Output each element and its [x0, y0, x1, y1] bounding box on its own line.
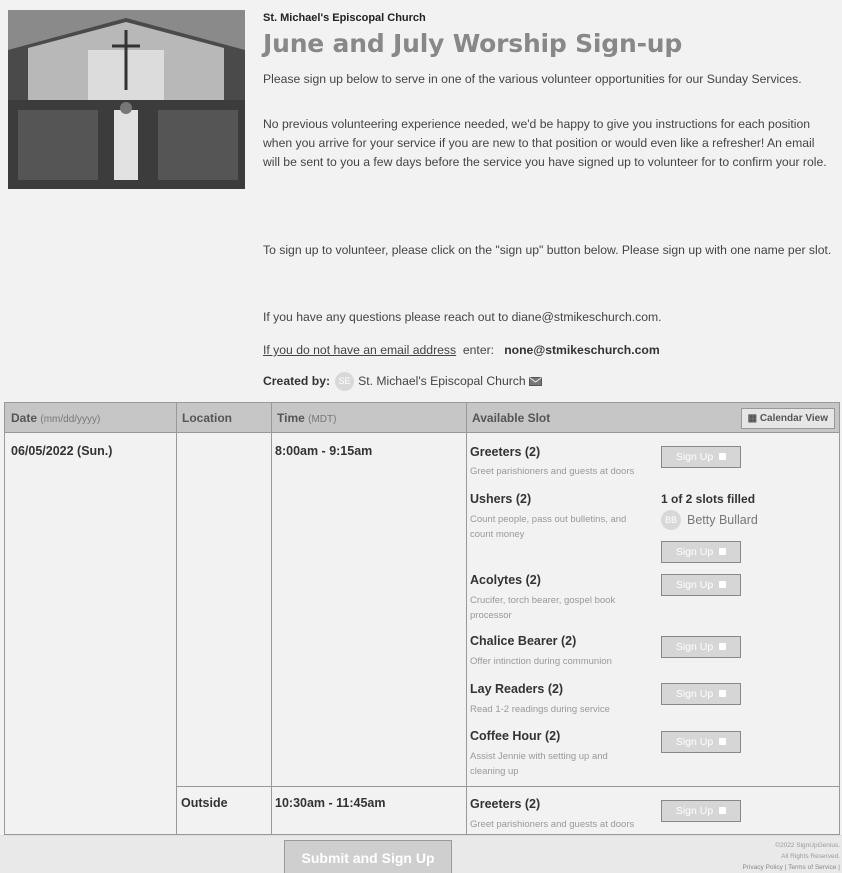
row-location: Outside: [181, 796, 228, 810]
table-header: Date (mm/dd/yyyy) Location Time (MDT) Av…: [5, 403, 839, 433]
creator-name[interactable]: St. Michael's Episcopal Church: [358, 372, 526, 391]
created-by: Created by: SE St. Michael's Episcopal C…: [263, 372, 542, 391]
checkbox-icon: [719, 581, 727, 588]
questions-text: If you have any questions please reach o…: [263, 310, 662, 324]
header-time: Time (MDT): [277, 411, 337, 425]
submit-and-sign-up-button[interactable]: Submit and Sign Up: [284, 840, 452, 873]
slot-title: Coffee Hour (2): [470, 729, 561, 743]
signup-info: St. Michael's Episcopal Church June and …: [263, 12, 833, 391]
header-date: Date (mm/dd/yyyy): [11, 411, 101, 425]
signup-button[interactable]: Sign Up: [661, 800, 741, 822]
no-email-link[interactable]: If you do not have an email address: [263, 343, 456, 357]
rights-reserved: All Rights Reserved.: [781, 853, 840, 860]
created-by-label: Created by:: [263, 374, 331, 388]
row-time: 10:30am - 11:45am: [275, 796, 386, 810]
no-email-note: If you do not have an email address ente…: [263, 341, 660, 360]
checkbox-icon: [719, 643, 727, 650]
creator-avatar: SE: [335, 372, 355, 391]
signup-button[interactable]: Sign Up: [661, 683, 741, 705]
volunteer-name: Betty Bullard: [687, 513, 758, 527]
slot-description: Offer intinction during communion: [470, 656, 612, 667]
intro-text: Please sign up below to serve in one of …: [263, 72, 802, 86]
instructions-text: To sign up to volunteer, please click on…: [263, 243, 832, 257]
slots-filled-count: 1 of 2 slots filled: [661, 492, 756, 506]
header-location: Location: [182, 411, 232, 425]
slot-description: Assist Jennie with setting up and cleani…: [470, 751, 608, 777]
row-divider: [176, 786, 839, 787]
copyright: ©2022 SignUpGenius.: [775, 842, 840, 849]
header-available-slot: Available Slot: [472, 411, 551, 425]
col-divider: [176, 403, 177, 834]
col-divider: [839, 403, 840, 835]
checkbox-icon: [719, 548, 727, 555]
col-divider: [466, 403, 467, 834]
slot-description: Read 1-2 readings during service: [470, 704, 610, 715]
calendar-view-button[interactable]: ▦ Calendar View: [740, 408, 835, 429]
slot-title: Ushers (2): [470, 492, 532, 506]
signup-button[interactable]: Sign Up: [661, 731, 741, 753]
row-date: 06/05/2022 (Sun.): [11, 444, 113, 458]
row-time: 8:00am - 9:15am: [275, 444, 373, 458]
signup-button[interactable]: Sign Up: [661, 541, 741, 563]
filled-volunteer: BB Betty Bullard: [661, 510, 758, 530]
signup-button[interactable]: Sign Up: [661, 574, 741, 596]
signup-button[interactable]: Sign Up: [661, 636, 741, 658]
slot-title: Greeters (2): [470, 797, 541, 811]
slot-description: Greet parishioners and guests at doors: [470, 466, 635, 477]
details-text: No previous volunteering experience need…: [263, 117, 827, 169]
footer: ©2022 SignUpGenius. All Rights Reserved.…: [742, 840, 840, 873]
mail-icon[interactable]: [528, 377, 542, 386]
slot-title: Greeters (2): [470, 445, 541, 459]
slot-title: Lay Readers (2): [470, 682, 564, 696]
checkbox-icon: [719, 738, 727, 745]
checkbox-icon: [719, 453, 727, 460]
footer-links[interactable]: Privacy Policy | Terms of Service |: [742, 862, 840, 873]
no-email-enter: enter:: [462, 343, 495, 357]
page-title: June and July Worship Sign-up: [263, 29, 683, 58]
slot-description: Greet parishioners and guests at doors: [470, 819, 635, 830]
no-email-value: none@stmikeschurch.com: [504, 343, 660, 357]
volunteer-avatar: BB: [661, 510, 681, 530]
checkbox-icon: [719, 807, 727, 814]
calendar-icon: ▦: [747, 413, 758, 424]
slot-description: Count people, pass out bulletins, and co…: [470, 514, 627, 540]
signup-button[interactable]: Sign Up: [661, 446, 741, 468]
checkbox-icon: [719, 690, 727, 697]
slot-title: Chalice Bearer (2): [470, 634, 577, 648]
slot-title: Acolytes (2): [470, 573, 541, 587]
church-photo: [8, 10, 245, 189]
col-divider: [271, 403, 272, 834]
org-name: St. Michael's Episcopal Church: [263, 12, 426, 24]
signup-table: Date (mm/dd/yyyy) Location Time (MDT) Av…: [4, 402, 840, 835]
slot-description: Crucifer, torch bearer, gospel book proc…: [470, 595, 616, 621]
